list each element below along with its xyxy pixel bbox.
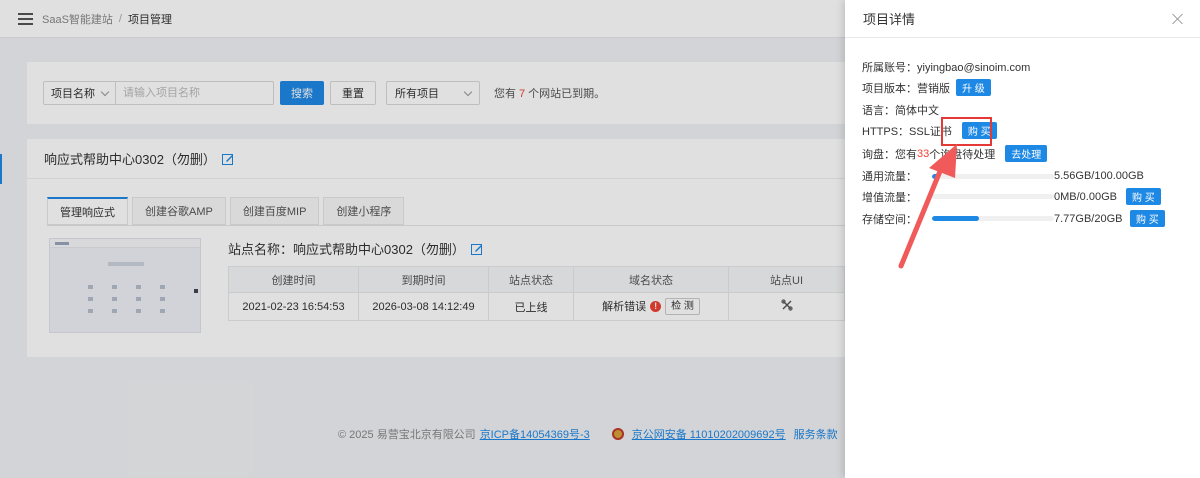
- drawer-title: 项目详情: [863, 12, 916, 27]
- upgrade-button[interactable]: 升 级: [956, 79, 991, 96]
- close-icon[interactable]: [1172, 13, 1184, 25]
- buy-traffic-button[interactable]: 购 买: [1126, 188, 1161, 205]
- language-line: 语言：简体中文: [862, 105, 939, 117]
- usage-value: 7.77GB/20GB: [1054, 212, 1123, 225]
- drawer-header: 项目详情: [845, 0, 1200, 38]
- usage-value: 0MB/0.00GB: [1054, 190, 1117, 203]
- https-label: HTTPS：SSL证书: [862, 125, 952, 138]
- handle-inquiry-button[interactable]: 去处理: [1005, 145, 1048, 162]
- usage-value: 5.56GB/100.00GB: [1054, 170, 1144, 182]
- buy-storage-button[interactable]: 购 买: [1130, 210, 1165, 227]
- version-line: 项目版本：营销版 升 级: [862, 79, 991, 96]
- version-label: 项目版本：营销版: [862, 82, 950, 95]
- annotation-arrow: [898, 144, 957, 269]
- modal-overlay[interactable]: [0, 0, 845, 478]
- account-line: 所属账号：yiyingbao@sinoim.com: [862, 62, 1031, 74]
